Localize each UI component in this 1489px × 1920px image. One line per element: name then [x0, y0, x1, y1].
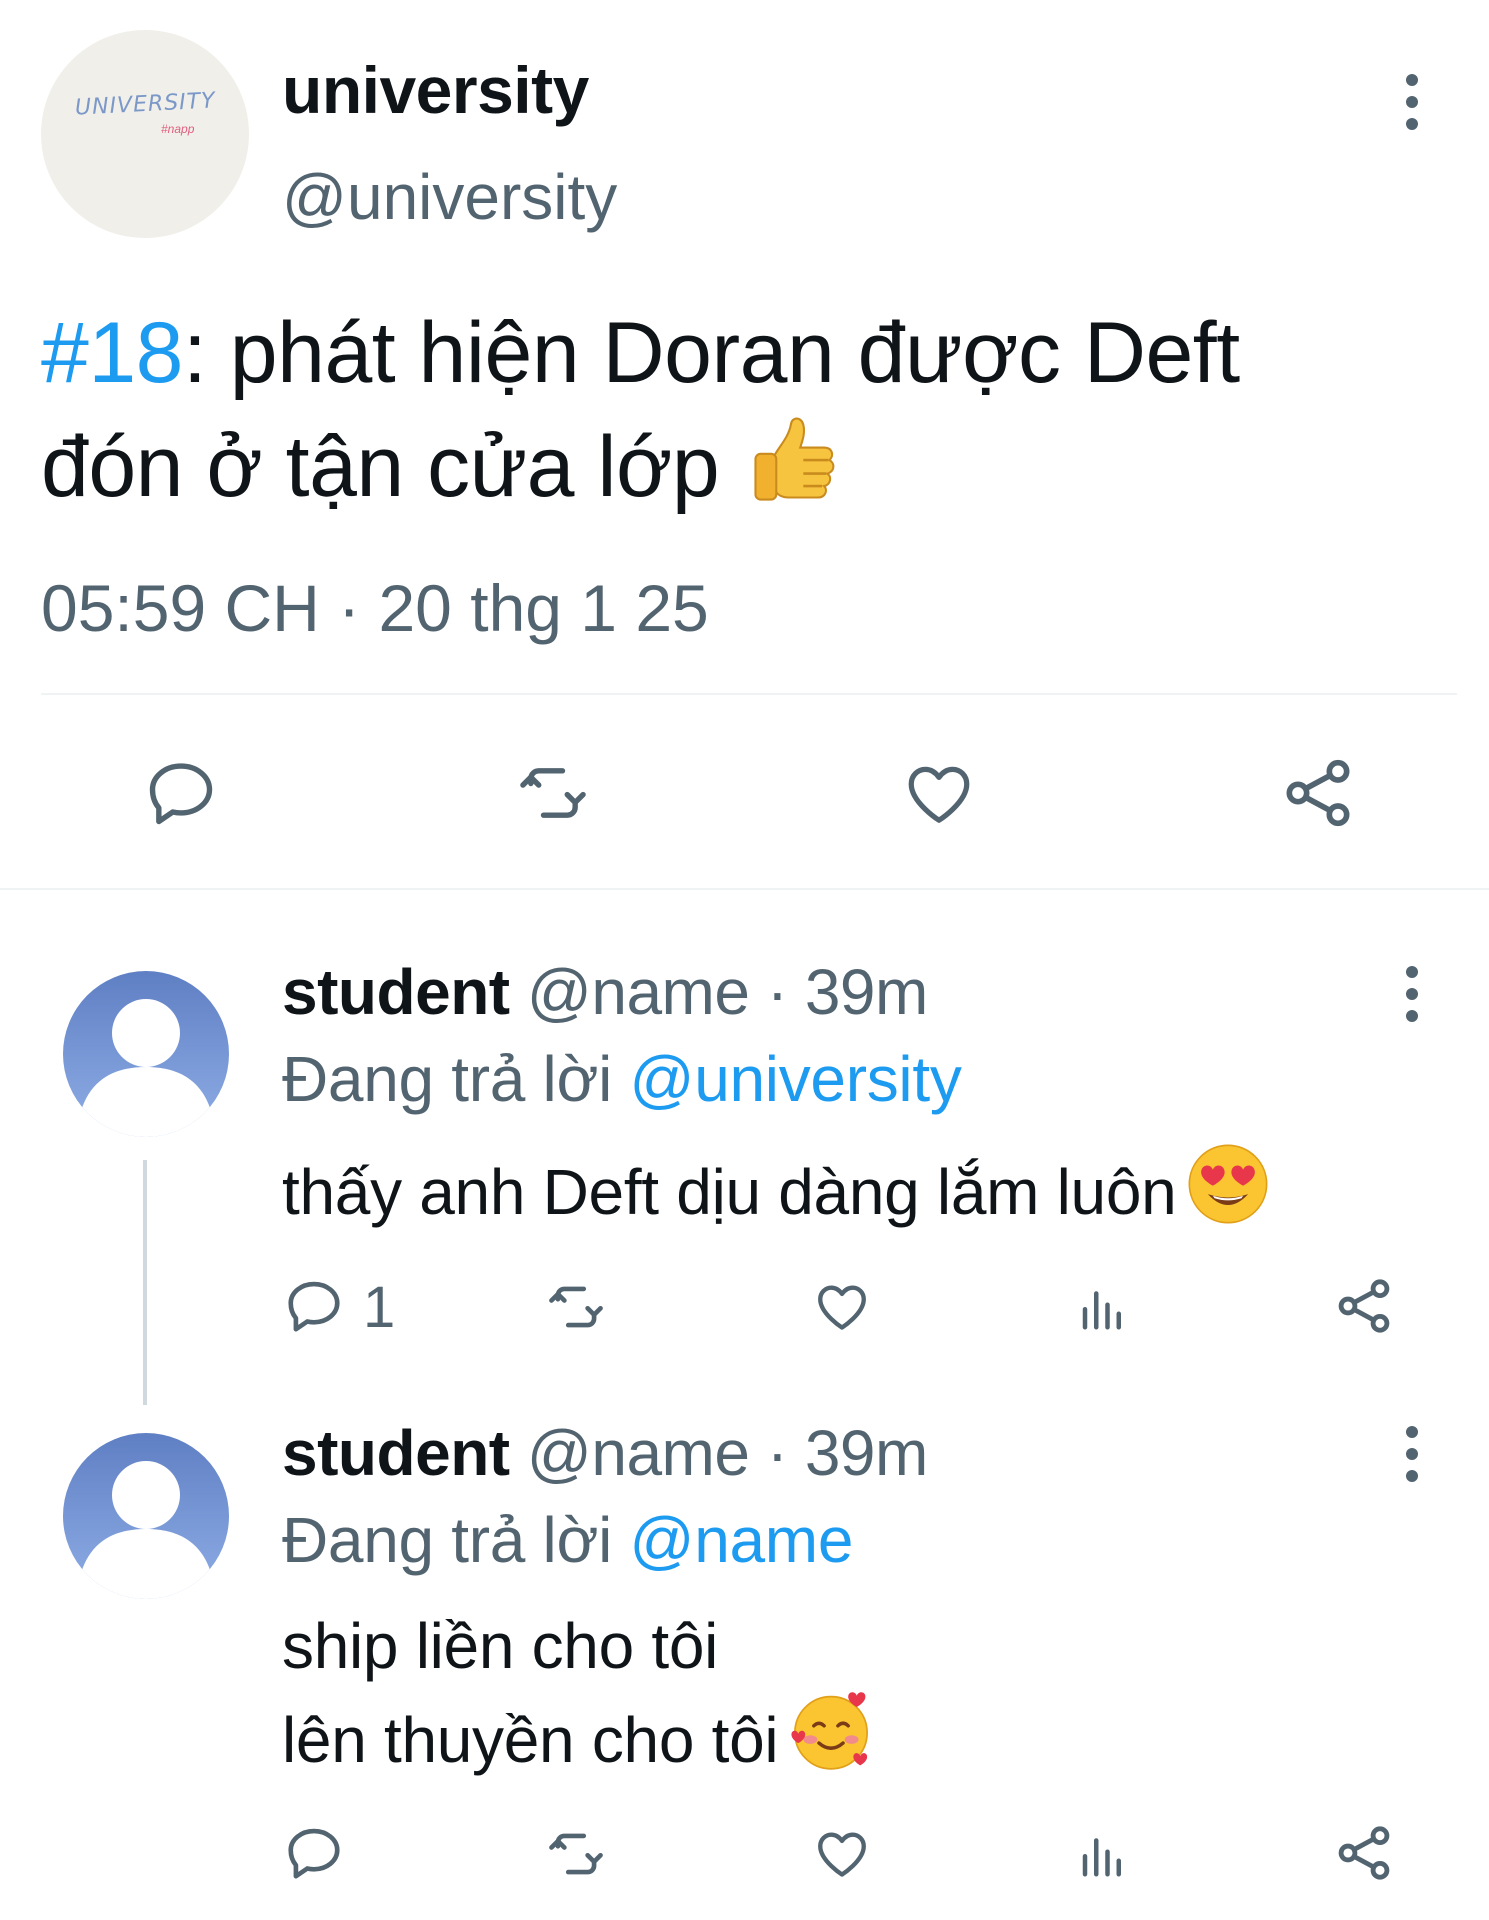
like-button[interactable] [811, 1278, 873, 1336]
reply-handle[interactable]: @name [527, 1417, 750, 1489]
reply-avatar[interactable] [63, 971, 229, 1137]
reply-handle[interactable]: @name [527, 956, 750, 1028]
timestamp-divider [41, 693, 1457, 695]
reply-text-line: thấy anh Deft dịu dàng lắm luôn [282, 1156, 1177, 1228]
separator-dot: · [766, 1417, 788, 1489]
reply-display-name[interactable]: student [282, 956, 510, 1028]
heart-icon [818, 1832, 866, 1877]
replying-label: Đang trả lời [282, 1043, 613, 1115]
views-icon [1082, 1838, 1121, 1877]
hashtag-link[interactable]: #18 [41, 305, 184, 401]
avatar-logo-subtext: #napp [161, 122, 195, 136]
avatar-logo-text: UNIVERSITY [74, 88, 217, 121]
share-button[interactable] [1332, 1274, 1396, 1338]
tweet-text-line1: : phát hiện Doran được Deft [183, 305, 1240, 401]
reply-text: ship liền cho tôi lên thuyền cho tôi [282, 1604, 874, 1794]
reply-time[interactable]: 39m [805, 956, 929, 1028]
more-options-icon[interactable] [1406, 966, 1420, 1032]
mention-link[interactable]: @university [630, 1043, 962, 1115]
reply-avatar[interactable] [63, 1433, 229, 1599]
share-icon [1338, 1826, 1390, 1880]
like-button[interactable] [811, 1825, 873, 1883]
like-button[interactable] [900, 757, 978, 831]
smiling-face-with-hearts-emoji-icon [788, 1688, 874, 1794]
default-profile-icon [81, 999, 211, 1137]
thumbs-up-emoji-icon [743, 406, 847, 534]
reply-button[interactable] [143, 755, 219, 831]
heart-icon [818, 1285, 866, 1330]
reply-text: thấy anh Deft dịu dàng lắm luôn [282, 1142, 1270, 1246]
share-button[interactable] [1278, 753, 1358, 833]
reply-button[interactable] [283, 1275, 345, 1337]
retweet-button[interactable] [542, 1823, 610, 1885]
tweet-divider [0, 888, 1489, 890]
reply-icon [288, 1281, 340, 1332]
replying-to: Đang trả lời @name [282, 1503, 853, 1577]
more-options-icon[interactable] [1406, 1426, 1420, 1492]
retweet-icon [520, 768, 586, 818]
reply-count: 1 [363, 1275, 396, 1340]
reply-button[interactable] [283, 1822, 345, 1884]
reply-author[interactable]: student @name · 39m [282, 1416, 928, 1490]
reply-time[interactable]: 39m [805, 1417, 929, 1489]
views-button[interactable] [1076, 1826, 1130, 1882]
tweet-text-line2: đón ở tận cửa lớp [41, 419, 720, 515]
replying-to: Đang trả lời @university [282, 1042, 962, 1116]
reply-text-line: lên thuyền cho tôi [282, 1704, 779, 1776]
reply-display-name[interactable]: student [282, 1417, 510, 1489]
reply-text-line-wrap: lên thuyền cho tôi [282, 1688, 874, 1794]
author-display-name[interactable]: university [282, 52, 589, 128]
default-profile-icon [81, 1461, 211, 1599]
mention-link[interactable]: @name [630, 1504, 854, 1576]
share-button[interactable] [1332, 1821, 1396, 1885]
heart-icon [908, 766, 970, 823]
reply-icon [288, 1828, 340, 1879]
university-avatar[interactable]: UNIVERSITY #napp [41, 30, 249, 238]
reply-author[interactable]: student @name · 39m [282, 955, 928, 1029]
replying-label: Đang trả lời [282, 1504, 613, 1576]
retweet-button[interactable] [542, 1276, 610, 1338]
reply-icon [149, 763, 213, 825]
share-icon [1286, 759, 1350, 827]
tweet-text: #18: phát hiện Doran được Deft đón ở tận… [41, 300, 1461, 534]
more-options-icon[interactable] [1406, 74, 1420, 140]
retweet-icon [549, 1286, 603, 1328]
retweet-button[interactable] [513, 755, 593, 831]
retweet-icon [549, 1833, 603, 1875]
reply-text-line: ship liền cho tôi [282, 1610, 719, 1682]
separator-dot: · [766, 956, 788, 1028]
thread-connector-line [143, 1160, 147, 1405]
views-icon [1082, 1291, 1121, 1330]
share-icon [1338, 1279, 1390, 1333]
heart-eyes-emoji-icon [1186, 1142, 1270, 1246]
author-handle[interactable]: @university [282, 160, 617, 234]
tweet-timestamp[interactable]: 05:59 CH · 20 thg 1 25 [41, 570, 709, 646]
views-button[interactable] [1076, 1279, 1130, 1335]
